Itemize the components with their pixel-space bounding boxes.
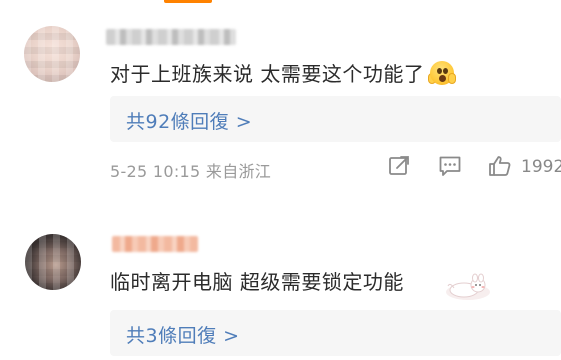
comment-item: 对于上班族来说 太需要这个功能了 共92條回復 > 5-25 10:15 来自浙… <box>0 0 561 214</box>
avatar[interactable] <box>25 234 81 290</box>
avatar[interactable] <box>24 26 80 82</box>
cartoon-sticker-icon <box>446 273 490 300</box>
username-blurred[interactable] <box>106 29 236 45</box>
share-icon[interactable] <box>387 154 411 178</box>
comment-icon[interactable] <box>438 154 462 178</box>
view-replies-link[interactable]: 共3條回復 > <box>126 321 240 348</box>
surprised-emoji-icon <box>428 61 457 85</box>
username-blurred[interactable] <box>112 236 198 252</box>
reply-summary-box[interactable]: 共3條回復 > <box>110 310 561 356</box>
comment-text: 临时离开电脑 超级需要锁定功能 <box>110 270 404 294</box>
reply-summary-box[interactable]: 共92條回復 > <box>110 96 561 142</box>
comment-text: 对于上班族来说 太需要这个功能了 <box>110 58 457 87</box>
view-replies-link[interactable]: 共92條回復 > <box>126 107 252 134</box>
thumbs-up-icon[interactable] <box>488 154 512 178</box>
comment-time-location: 5-25 10:15 来自浙江 <box>110 162 272 181</box>
like-count: 1992 <box>521 157 561 177</box>
comment-text-content: 对于上班族来说 太需要这个功能了 <box>110 62 425 86</box>
